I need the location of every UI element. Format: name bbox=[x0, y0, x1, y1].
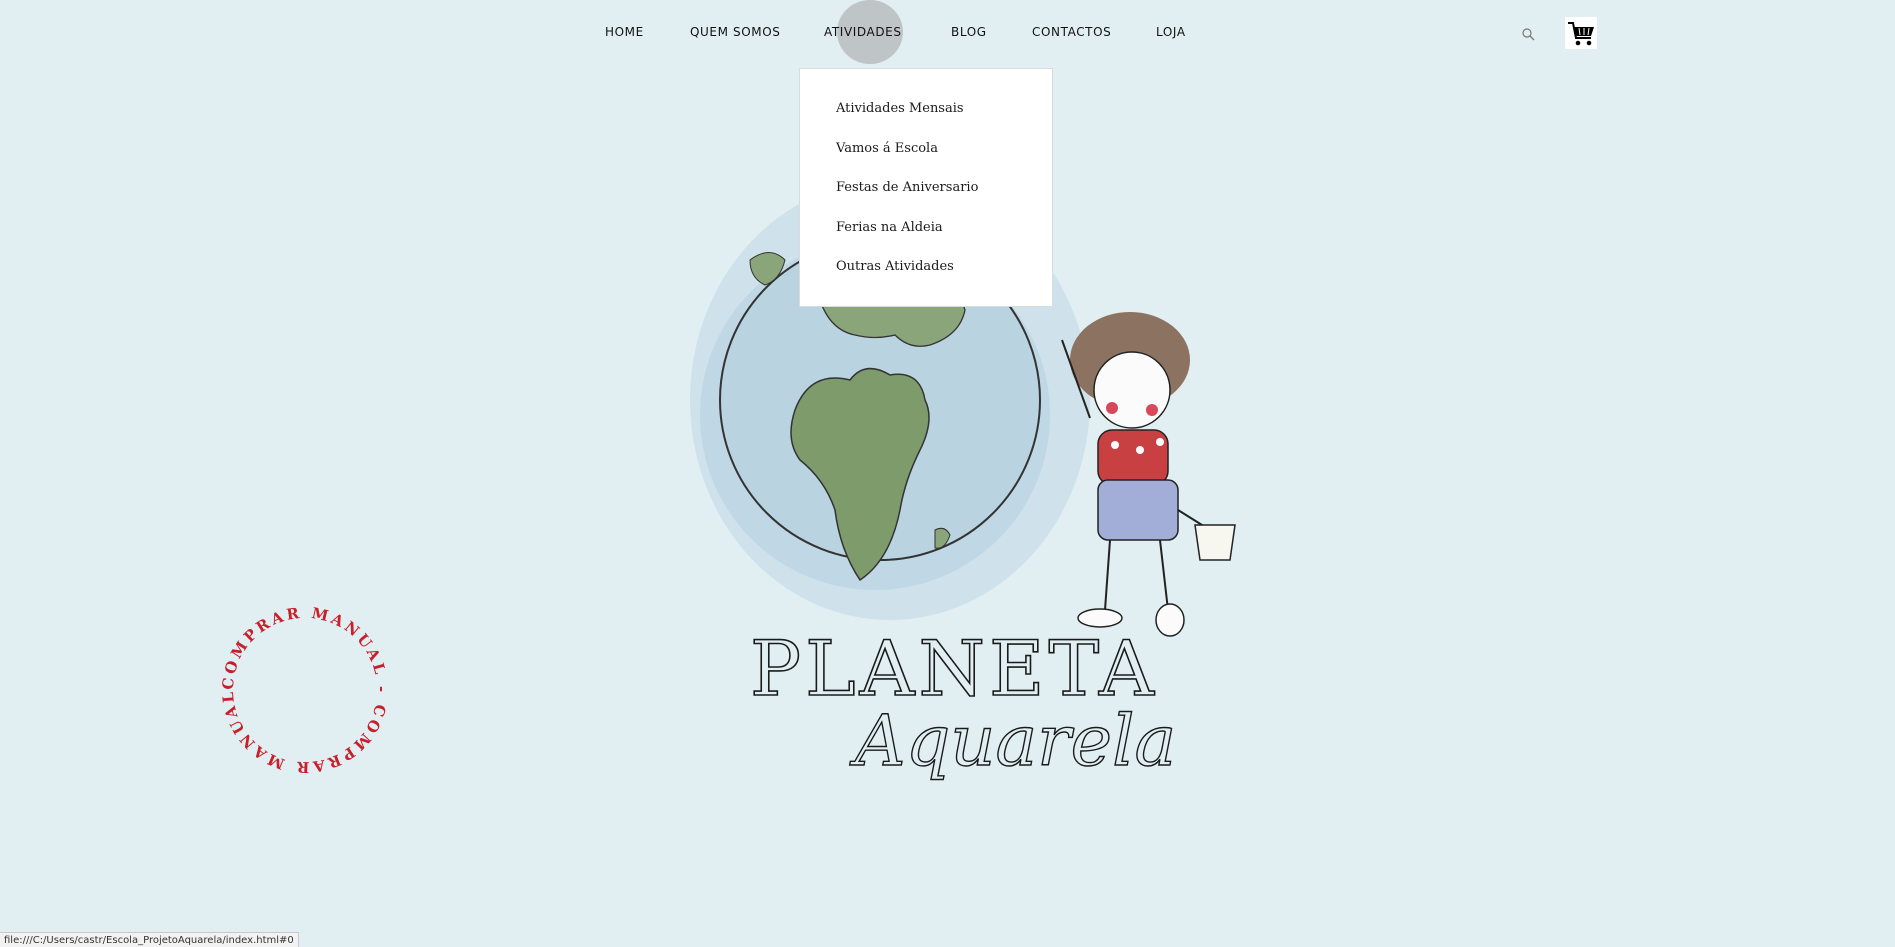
badge-text-path: COMPRAR MANUAL - COMPRAR MANUAL - bbox=[215, 600, 388, 776]
nav-item-quem-somos[interactable]: QUEM SOMOS bbox=[690, 25, 780, 39]
dropdown-item-outras-atividades[interactable]: Outras Atividades bbox=[836, 259, 954, 274]
nav-item-home[interactable]: HOME bbox=[605, 25, 644, 39]
comprar-manual-badge[interactable]: COMPRAR MANUAL - COMPRAR MANUAL - bbox=[215, 600, 395, 780]
badge-text: COMPRAR MANUAL - COMPRAR MANUAL - bbox=[215, 600, 391, 776]
nav-item-atividades[interactable]: ATIVIDADES bbox=[824, 25, 902, 39]
dropdown-item-festas-de-aniversario[interactable]: Festas de Aniversario bbox=[836, 180, 978, 195]
dropdown-item-ferias-na-aldeia[interactable]: Ferias na Aldeia bbox=[836, 220, 943, 235]
dropdown-item-vamos-a-escola[interactable]: Vamos á Escola bbox=[836, 141, 938, 156]
atividades-dropdown-menu: Atividades Mensais Vamos á Escola Festas… bbox=[799, 68, 1053, 307]
page: HOME QUEM SOMOS ATIVIDADES BLOG CONTACTO… bbox=[0, 0, 1895, 947]
dropdown-item-atividades-mensais[interactable]: Atividades Mensais bbox=[836, 101, 964, 116]
cart-icon[interactable] bbox=[1565, 17, 1597, 49]
nav-item-contactos[interactable]: CONTACTOS bbox=[1032, 25, 1111, 39]
search-icon[interactable] bbox=[1521, 27, 1535, 41]
nav-item-loja[interactable]: LOJA bbox=[1156, 25, 1186, 39]
browser-status-bar: file:///C:/Users/castr/Escola_ProjetoAqu… bbox=[0, 932, 299, 947]
logo-aquarela: Aquarela bbox=[849, 700, 1176, 782]
top-navigation: HOME QUEM SOMOS ATIVIDADES BLOG CONTACTO… bbox=[0, 0, 1895, 68]
nav-item-blog[interactable]: BLOG bbox=[951, 25, 987, 39]
